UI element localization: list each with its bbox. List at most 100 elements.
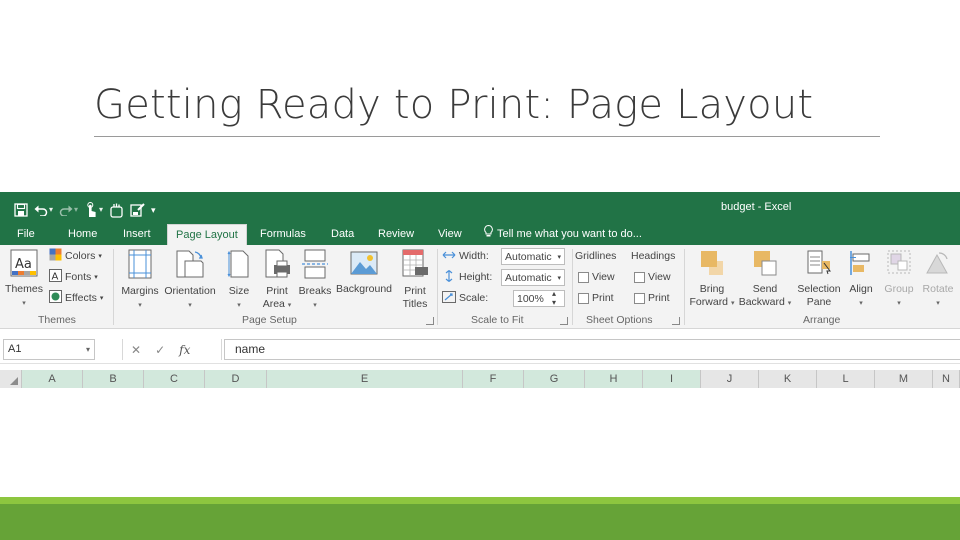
sheet-options-launcher-icon[interactable] [672,317,680,325]
print-area-label: Print [266,285,288,297]
customize-qat-icon[interactable]: ▾ [151,198,156,222]
orientation-button[interactable]: Orientation ▾ [162,249,218,312]
send-backward-label-2: Backward [738,296,785,308]
checkbox[interactable] [578,271,589,283]
column-header-a[interactable]: A [22,370,83,388]
format-painter-icon[interactable] [130,202,145,218]
column-header-f[interactable]: F [463,370,524,388]
gridlines-view-checkbox[interactable]: View [578,269,615,285]
tab-file[interactable]: File [17,224,35,245]
tab-insert[interactable]: Insert [123,224,151,245]
select-all-corner[interactable] [0,370,22,388]
fonts-button[interactable]: A Fonts ▾ [49,269,98,285]
effects-button[interactable]: Effects ▾ [49,290,103,306]
group-objects-icon [882,249,916,281]
save-icon[interactable] [14,203,28,217]
print-area-button[interactable]: Print Area ▾ [260,249,294,312]
checkbox[interactable] [578,292,589,304]
touch-hand-icon[interactable] [109,203,124,218]
width-combo[interactable]: Automatic ▾ [501,248,565,265]
redo-icon[interactable]: ▾ [59,198,78,222]
cancel-icon[interactable]: ✕ [131,343,141,357]
column-header-g[interactable]: G [524,370,585,388]
send-backward-icon [738,249,792,281]
column-header-k[interactable]: K [759,370,817,388]
column-header-l[interactable]: L [817,370,875,388]
print-titles-label-2: Titles [402,298,428,310]
tab-data[interactable]: Data [331,224,354,245]
touch-mode-icon[interactable]: ▾ [84,198,103,222]
insert-function-icon[interactable]: fx [179,343,190,357]
formula-input[interactable]: name [224,339,960,360]
scale-spinner-icon[interactable]: ▴ ▾ [552,289,556,307]
undo-dropdown-icon[interactable]: ▾ [49,198,53,222]
headings-view-checkbox[interactable]: View [634,269,671,285]
column-header-h[interactable]: H [585,370,643,388]
page-setup-launcher-icon[interactable] [426,317,434,325]
scale-input[interactable]: 100% [513,290,565,307]
checkbox[interactable] [634,271,645,283]
margins-button[interactable]: Margins ▾ [118,249,162,312]
bring-forward-label-2: Forward [689,296,729,308]
breaks-button[interactable]: Breaks ▾ [298,249,332,312]
width-value: Automatic [505,250,552,263]
tell-me-box[interactable]: Tell me what you want to do... [484,224,642,245]
align-button[interactable]: Align ▾ [846,249,876,310]
slide-title: Getting Ready to Print: Page Layout [94,82,814,128]
send-backward-button[interactable]: Send Backward ▾ [738,249,792,310]
size-button[interactable]: Size ▾ [224,249,254,312]
themes-button[interactable]: Aa Themes ▾ [4,249,44,310]
bring-forward-button[interactable]: Bring Forward ▾ [688,249,736,310]
selection-pane-label-2: Pane [806,296,832,308]
margins-icon [118,249,162,283]
tab-page-layout[interactable]: Page Layout [167,224,247,245]
column-header-b[interactable]: B [83,370,144,388]
gridlines-print-checkbox[interactable]: Print [578,290,614,306]
scale-to-fit-launcher-icon[interactable] [560,317,568,325]
formula-bar: A1 ▾ ✕ ✓ fx name [0,334,960,364]
height-label: Height: [459,271,493,283]
redo-dropdown-icon[interactable]: ▾ [74,198,78,222]
chevron-down-icon[interactable]: ▾ [86,340,90,359]
checkbox[interactable] [634,292,645,304]
background-label: Background [335,283,393,295]
footer-bar-dark [0,504,960,540]
arrange-group-label: Arrange [803,314,841,326]
column-header-m[interactable]: M [875,370,933,388]
column-header-e[interactable]: E [267,370,463,388]
print-area-label-2: Area [262,298,285,310]
column-header-c[interactable]: C [144,370,205,388]
width-icon [442,249,456,264]
colors-button[interactable]: Colors ▾ [49,248,102,264]
gridlines-print-label: Print [592,292,614,304]
name-box[interactable]: A1 ▾ [3,339,95,360]
themes-label: Themes [5,283,43,295]
ribbon-tabs: File Home Insert Page Layout Formulas Da… [0,224,960,245]
bring-forward-icon [688,249,736,281]
group-button[interactable]: Group ▾ [882,249,916,310]
selection-pane-icon [795,249,843,281]
selection-pane-button[interactable]: Selection Pane [795,249,843,309]
undo-icon[interactable]: ▾ [34,198,53,222]
themes-group-label: Themes [38,314,76,326]
headings-print-checkbox[interactable]: Print [634,290,670,306]
width-label: Width: [459,250,489,262]
tab-review[interactable]: Review [378,224,414,245]
tab-formulas[interactable]: Formulas [260,224,306,245]
column-header-j[interactable]: J [701,370,759,388]
touch-dropdown-icon[interactable]: ▾ [99,198,103,222]
print-titles-label: Print [404,285,426,297]
headings-view-label: View [648,271,671,283]
background-button[interactable]: Background [334,249,394,296]
column-header-d[interactable]: D [205,370,267,388]
column-header-i[interactable]: I [643,370,701,388]
height-combo[interactable]: Automatic ▾ [501,269,565,286]
tab-view[interactable]: View [438,224,462,245]
headings-print-label: Print [648,292,670,304]
column-header-n[interactable]: N [933,370,960,388]
print-titles-button[interactable]: Print Titles [399,249,431,311]
tab-home[interactable]: Home [68,224,97,245]
rotate-button[interactable]: Rotate ▾ [920,249,956,310]
enter-check-icon[interactable]: ✓ [155,343,165,357]
orientation-icon [162,249,218,283]
